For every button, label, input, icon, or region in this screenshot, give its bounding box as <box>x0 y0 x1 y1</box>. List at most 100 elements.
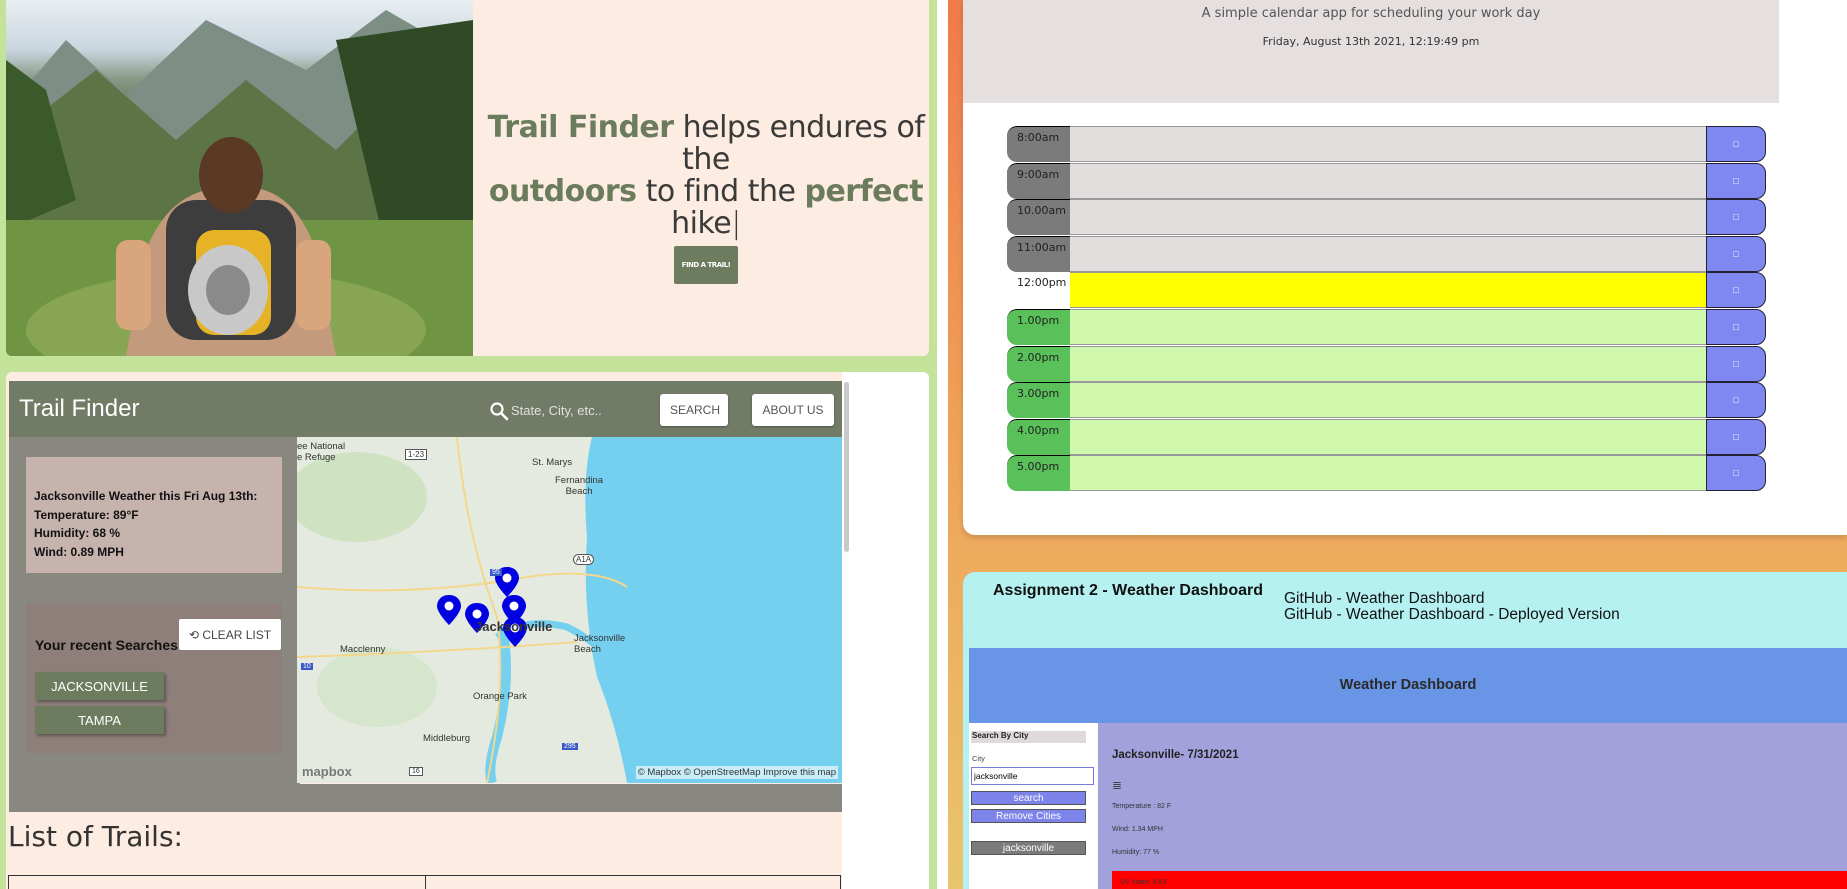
remove-cities-button[interactable]: Remove Cities <box>971 809 1086 823</box>
save-button[interactable]: □ <box>1706 272 1766 309</box>
history-icon: ⟲ <box>188 627 199 642</box>
work-day-scheduler-card: A simple calendar app for scheduling you… <box>963 0 1847 535</box>
time-block-row: 10.00am □ <box>1007 199 1766 236</box>
trail-map[interactable]: ee National e Refuge St. Marys Fernandin… <box>297 437 842 783</box>
map-bottom-bar <box>9 784 842 812</box>
city-search-button[interactable]: search <box>971 791 1086 805</box>
recent-city-button[interactable]: JACKSONVILLE <box>35 672 164 700</box>
hero-text-2: to find the <box>636 174 805 209</box>
event-textarea[interactable] <box>1070 199 1706 236</box>
map-label: ee National e Refuge <box>297 441 346 463</box>
recent-searches-box: Your recent Searches ⟲ CLEAR LIST JACKSO… <box>26 603 282 753</box>
search-button[interactable]: SEARCH <box>660 394 728 426</box>
weather-temperature: Temperature: 89°F <box>34 507 139 522</box>
map-label: Jacksonville <box>475 619 553 634</box>
scheduler-subtitle: A simple calendar app for scheduling you… <box>1201 6 1541 21</box>
city-input[interactable] <box>971 767 1094 785</box>
save-button[interactable]: □ <box>1706 309 1766 345</box>
save-button[interactable]: □ <box>1706 126 1766 162</box>
map-label: Macclenny <box>340 644 386 655</box>
city-label: City <box>972 754 985 763</box>
dashboard-humidity: Humidity: 77 % <box>1112 849 1160 856</box>
history-city-button[interactable]: jacksonville <box>971 841 1086 855</box>
trails-table <box>8 875 841 889</box>
column-divider <box>937 0 948 889</box>
hour-label: 3.00pm <box>1007 382 1070 419</box>
hiker-photo <box>6 0 473 356</box>
navbar-brand[interactable]: Trail Finder <box>19 395 139 423</box>
deployed-version-link[interactable]: GitHub - Weather Dashboard - Deployed Ve… <box>1284 606 1620 624</box>
event-textarea[interactable] <box>1070 272 1706 309</box>
find-a-trail-button[interactable]: FIND A TRAIL! <box>673 246 739 284</box>
hero-tagline: Trail Finder helps endures of the outdoo… <box>486 112 926 284</box>
road-shield: 295 <box>562 743 578 750</box>
weather-dashboard-card: Assignment 2 - Weather Dashboard GitHub … <box>963 572 1847 889</box>
save-button[interactable]: □ <box>1706 418 1766 455</box>
time-block-row: 1.00pm □ <box>1007 309 1766 345</box>
time-block-row: 5.00pm □ <box>1007 455 1766 492</box>
portfolio-left-column: Trail Finder helps endures of the outdoo… <box>0 0 948 889</box>
list-of-trails-heading: List of Trails: <box>8 820 183 853</box>
about-us-button[interactable]: ABOUT US <box>752 394 834 426</box>
hero-brand: Trail Finder <box>487 110 674 145</box>
map-label: Jacksonville Beach <box>574 633 626 655</box>
time-block-row: 8:00am □ <box>1007 126 1766 162</box>
hero-text-1: helps endures of the <box>673 110 925 177</box>
trail-finder-navbar: Trail Finder SEARCH ABOUT US <box>9 381 842 437</box>
event-textarea[interactable] <box>1070 382 1706 419</box>
time-block-row: 2.00pm □ <box>1007 345 1766 382</box>
current-weather-box: Jacksonville Weather this Fri Aug 13th: … <box>26 457 282 573</box>
current-city-date: Jacksonville- 7/31/2021 <box>1112 749 1239 761</box>
road-shield: A1A <box>573 554 595 565</box>
save-button[interactable]: □ <box>1706 345 1766 382</box>
hero-text-3: hike <box>671 206 732 241</box>
road-shield: 1-23 <box>405 449 428 460</box>
event-textarea[interactable] <box>1070 418 1706 455</box>
assignment-title: Assignment 2 - Weather Dashboard <box>993 582 1263 599</box>
time-block-row: 11:00am □ <box>1007 235 1766 272</box>
text-cursor: | <box>731 206 741 241</box>
save-button[interactable]: □ <box>1706 162 1766 199</box>
save-button[interactable]: □ <box>1706 455 1766 492</box>
save-button[interactable]: □ <box>1706 382 1766 419</box>
save-button[interactable]: □ <box>1706 199 1766 236</box>
event-textarea[interactable] <box>1070 345 1706 382</box>
clear-list-label: CLEAR LIST <box>202 627 272 642</box>
hiker-illustration <box>6 10 473 356</box>
hero-highlight-outdoors: outdoors <box>488 174 637 209</box>
clear-list-button[interactable]: ⟲ CLEAR LIST <box>179 619 281 650</box>
time-block-row: 4.00pm □ <box>1007 418 1766 455</box>
save-button[interactable]: □ <box>1706 235 1766 272</box>
recent-searches-title: Your recent Searches <box>35 637 178 653</box>
dashboard-temperature: Temperature : 82 F <box>1112 803 1172 810</box>
event-textarea[interactable] <box>1070 126 1706 162</box>
search-by-city-label: Search By City <box>971 731 1086 743</box>
location-search-input[interactable] <box>511 399 651 421</box>
event-textarea[interactable] <box>1070 235 1706 272</box>
map-attribution[interactable]: © Mapbox © OpenStreetMap Improve this ma… <box>635 766 838 779</box>
dashboard-current-weather: Jacksonville- 7/31/2021 ≣ Temperature : … <box>1098 723 1847 889</box>
hour-label: 11:00am <box>1007 235 1070 272</box>
hour-label: 8:00am <box>1007 126 1070 162</box>
weather-wind: Wind: 0.89 MPH <box>34 544 124 559</box>
hero-highlight-perfect: perfect <box>804 174 924 209</box>
event-textarea[interactable] <box>1070 309 1706 345</box>
trail-finder-hero-card: Trail Finder helps endures of the outdoo… <box>6 0 929 356</box>
hour-label: 2.00pm <box>1007 345 1070 382</box>
search-icon[interactable] <box>489 401 509 421</box>
time-block-row: 9:00am □ <box>1007 162 1766 199</box>
hour-label: 10.00am <box>1007 199 1070 236</box>
page-right-margin <box>842 372 929 889</box>
mapbox-logo[interactable]: mapbox <box>302 764 352 779</box>
uv-index-bar: UV Index: 0.63 <box>1112 871 1847 889</box>
hour-label: 9:00am <box>1007 162 1070 199</box>
event-textarea[interactable] <box>1070 162 1706 199</box>
page-scrollbar[interactable] <box>844 382 849 552</box>
recent-city-button[interactable]: TAMPA <box>35 706 164 734</box>
event-textarea[interactable] <box>1070 455 1706 492</box>
mist-icon: ≣ <box>1112 778 1123 792</box>
dashboard-header: Weather Dashboard <box>969 648 1847 723</box>
map-label: Orange Park <box>473 691 527 702</box>
hour-label: 1.00pm <box>1007 309 1070 345</box>
weather-dashboard-screenshot: Weather Dashboard Search By City City se… <box>969 648 1847 889</box>
